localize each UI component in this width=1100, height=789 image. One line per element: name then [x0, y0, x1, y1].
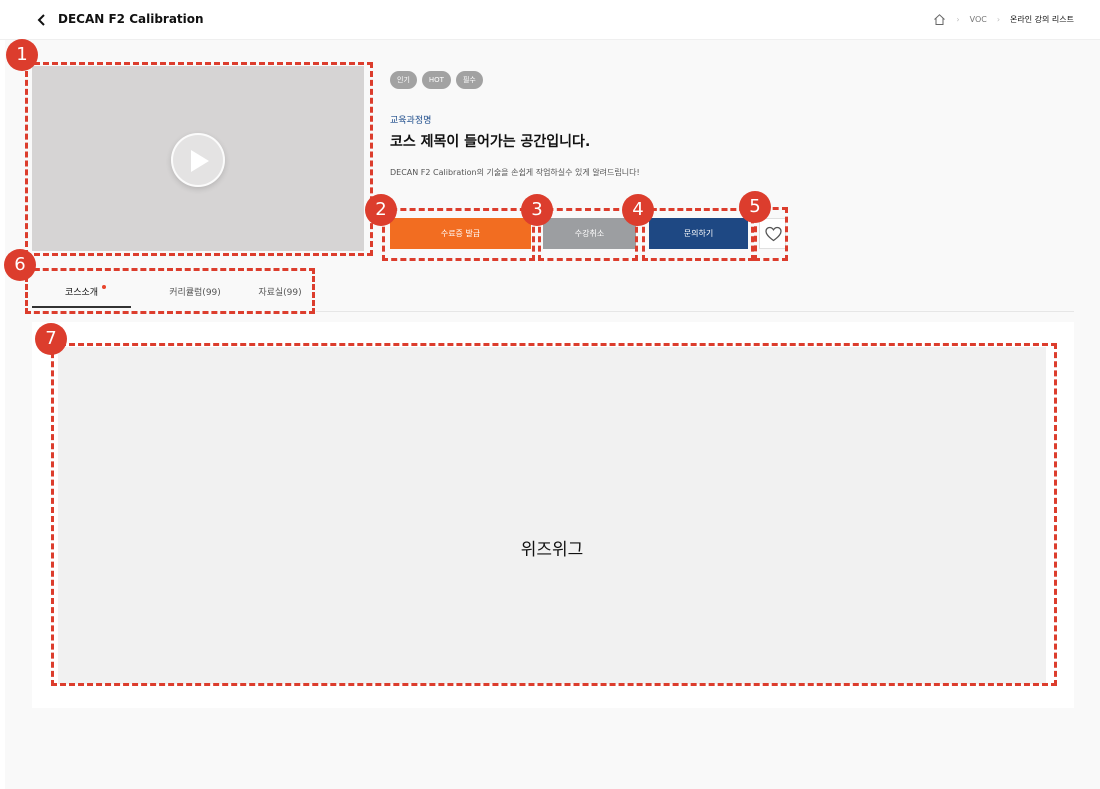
tab-curriculum[interactable]: 커리큘럼(99)	[145, 278, 245, 308]
course-description: DECAN F2 Calibration의 기술을 손쉽게 작업하실수 있게 알…	[390, 168, 640, 177]
breadcrumb-separator-icon: ›	[996, 15, 1001, 24]
tab-divider	[316, 311, 1074, 312]
play-button[interactable]	[171, 133, 225, 187]
tab-course-intro[interactable]: 코스소개	[32, 278, 131, 308]
breadcrumb-online-lecture-list[interactable]: 온라인 강의 리스트	[1010, 14, 1074, 25]
certificate-button[interactable]: 수료증 발급	[390, 218, 531, 249]
annotation-marker-3: 3	[521, 194, 553, 226]
annotation-marker-2: 2	[365, 194, 397, 226]
badge-group: 인기 HOT 필수	[390, 71, 483, 89]
cancel-enrollment-button[interactable]: 수강취소	[543, 218, 636, 249]
breadcrumb: › VOC › 온라인 강의 리스트	[933, 13, 1074, 26]
home-icon[interactable]	[933, 13, 946, 26]
badge-popular: 인기	[390, 71, 417, 89]
tab-resources[interactable]: 자료실(99)	[252, 278, 308, 308]
editor-placeholder: 위즈위그	[520, 540, 584, 560]
heart-icon	[765, 226, 782, 242]
wysiwyg-editor[interactable]: 위즈위그	[58, 347, 1046, 684]
breadcrumb-voc[interactable]: VOC	[970, 15, 987, 24]
annotation-marker-7: 7	[35, 323, 67, 355]
video-player[interactable]	[32, 66, 364, 251]
course-category: 교육과정명	[390, 116, 432, 126]
tab-course-intro-label: 코스소개	[64, 288, 99, 298]
breadcrumb-separator-icon: ›	[956, 15, 960, 24]
badge-required: 필수	[455, 71, 483, 89]
course-title: 코스 제목이 들어가는 공간입니다.	[390, 134, 591, 150]
inquiry-button[interactable]: 문의하기	[649, 218, 748, 249]
like-button[interactable]	[759, 218, 786, 249]
new-dot-icon	[102, 285, 106, 289]
tab-bar: 코스소개 커리큘럼(99) 자료실(99)	[30, 278, 316, 310]
top-bar: DECAN F2 Calibration › VOC › 온라인 강의 리스트	[0, 0, 1100, 40]
annotation-marker-4: 4	[622, 194, 654, 226]
annotation-marker-6: 6	[4, 249, 36, 281]
annotation-marker-5: 5	[739, 191, 771, 223]
page-title: DECAN F2 Calibration	[58, 12, 204, 26]
annotation-marker-1: 1	[6, 39, 38, 71]
back-icon[interactable]	[36, 13, 48, 27]
badge-hot: HOT	[421, 71, 451, 89]
play-icon	[191, 150, 209, 172]
